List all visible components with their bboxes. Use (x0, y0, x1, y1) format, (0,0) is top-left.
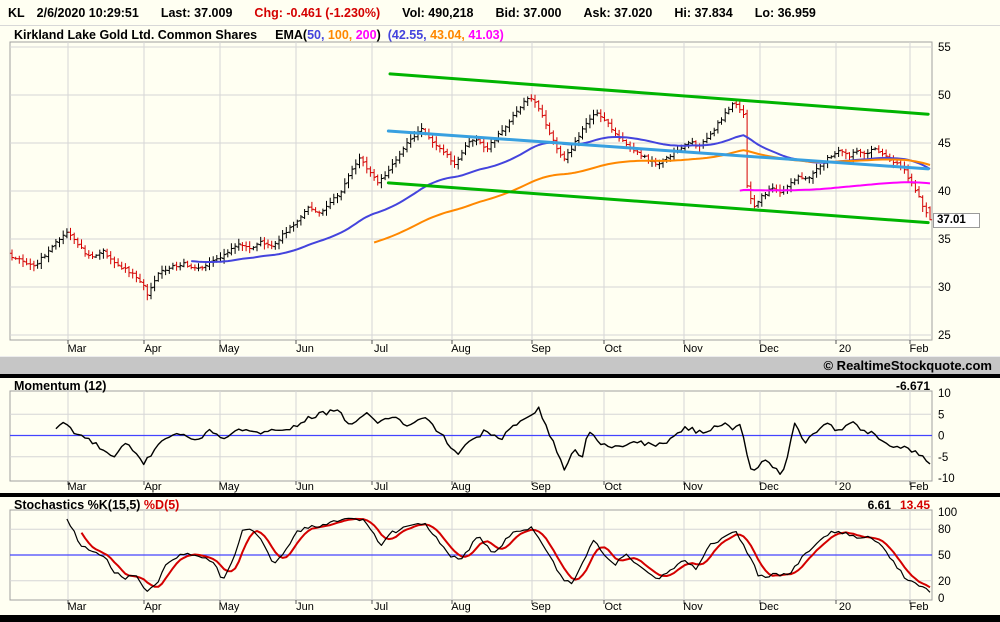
svg-text:Aug: Aug (451, 601, 471, 613)
svg-text:Feb: Feb (910, 343, 929, 355)
svg-text:Mar: Mar (68, 343, 87, 355)
svg-text:0: 0 (938, 593, 944, 605)
svg-text:Sep: Sep (531, 481, 551, 493)
svg-text:Apr: Apr (144, 343, 161, 355)
svg-text:Apr: Apr (144, 481, 161, 493)
svg-text:May: May (219, 601, 240, 613)
last-price-badge: 37.01 (933, 213, 980, 228)
svg-text:May: May (219, 481, 240, 493)
price-chart-title-row: Kirkland Lake Gold Ltd. Common Shares EM… (14, 28, 504, 42)
svg-text:40: 40 (938, 186, 951, 198)
svg-text:Sep: Sep (531, 601, 551, 613)
svg-text:30: 30 (938, 282, 951, 294)
svg-text:Dec: Dec (759, 481, 779, 493)
momentum-title-row: Momentum (12) (14, 379, 106, 393)
stochastics-d-value: 13.45 (899, 498, 930, 512)
momentum-title: Momentum (12) (14, 379, 107, 393)
bottom-bar (0, 615, 1000, 622)
svg-text:20: 20 (938, 576, 951, 588)
quote-volume: Vol: 490,218 (402, 5, 474, 20)
svg-text:20: 20 (839, 481, 851, 493)
svg-text:55: 55 (938, 42, 951, 54)
stochastics-k-value: 6.61 (867, 498, 891, 512)
quote-high: Hi: 37.834 (674, 5, 733, 20)
svg-text:50: 50 (938, 550, 951, 562)
quote-last: Last: 37.009 (160, 5, 233, 20)
svg-text:25: 25 (938, 330, 951, 342)
svg-text:Nov: Nov (683, 481, 703, 493)
svg-text:0: 0 (938, 431, 944, 443)
quote-low: Lo: 36.959 (754, 5, 816, 20)
svg-text:Dec: Dec (759, 601, 779, 613)
svg-text:20: 20 (839, 343, 851, 355)
quote-bid: Bid: 37.000 (495, 5, 562, 20)
svg-text:Jun: Jun (296, 343, 314, 355)
svg-text:-10: -10 (938, 473, 955, 485)
svg-text:May: May (219, 343, 240, 355)
svg-text:Feb: Feb (910, 601, 929, 613)
stochastics-title-row: Stochastics %K(15,5) %D(5) (14, 498, 179, 512)
svg-text:Oct: Oct (604, 481, 621, 493)
svg-text:Apr: Apr (144, 601, 161, 613)
ema-legend: EMA(50, 100, 200) (42.55, 43.04, 41.03) (275, 28, 504, 42)
svg-text:10: 10 (938, 388, 951, 400)
svg-text:50: 50 (938, 90, 951, 102)
svg-text:Nov: Nov (683, 601, 703, 613)
svg-text:Oct: Oct (604, 601, 621, 613)
svg-text:Jul: Jul (374, 343, 388, 355)
quote-symbol: KL (8, 5, 25, 20)
svg-text:5: 5 (938, 409, 944, 421)
svg-text:Dec: Dec (759, 343, 779, 355)
svg-text:Jul: Jul (374, 601, 388, 613)
price-chart: Mar Apr May Jun Jul Aug Sep Oct Nov Dec 20 Feb 55 50 4… (9, 41, 951, 355)
quote-header: KL 2/6/2020 10:29:51 Last: 37.009 Chg: -… (0, 0, 1000, 26)
svg-text:35: 35 (938, 234, 951, 246)
instrument-title: Kirkland Lake Gold Ltd. Common Shares (14, 28, 258, 42)
stochastics-d-title: %D(5) (143, 498, 180, 512)
svg-text:Aug: Aug (451, 343, 471, 355)
watermark-link[interactable]: © RealtimeStockquote.com (823, 358, 992, 373)
stochastics-value-row: 6.61 13.45 (868, 498, 930, 512)
stochastics-chart: Mar Apr May Jun Jul Aug Sep Oct Nov Dec 20 Feb 100 80… (9, 507, 957, 613)
svg-text:Jun: Jun (296, 601, 314, 613)
svg-text:Mar: Mar (68, 481, 87, 493)
svg-text:20: 20 (839, 601, 851, 613)
svg-text:Nov: Nov (683, 343, 703, 355)
svg-text:Aug: Aug (451, 481, 471, 493)
quote-ask: Ask: 37.020 (583, 5, 653, 20)
svg-text:Oct: Oct (604, 343, 621, 355)
stochastics-k-title: Stochastics %K(15,5) (14, 498, 144, 512)
momentum-last-value: -6.671 (895, 379, 930, 393)
svg-text:Jul: Jul (374, 481, 388, 493)
svg-text:Jun: Jun (296, 481, 314, 493)
svg-text:Sep: Sep (531, 343, 551, 355)
svg-text:Feb: Feb (910, 481, 929, 493)
svg-text:45: 45 (938, 138, 951, 150)
svg-text:-5: -5 (938, 452, 948, 464)
momentum-chart: Mar Apr May Jun Jul Aug Sep Oct Nov Dec 20 Feb 10 5 0 -… (9, 388, 955, 493)
quote-change: Chg: -0.461 (-1.230%) (254, 5, 381, 20)
svg-text:80: 80 (938, 524, 951, 536)
svg-text:100: 100 (938, 507, 957, 519)
svg-text:Mar: Mar (68, 601, 87, 613)
watermark-bar: © RealtimeStockquote.com (0, 356, 1000, 375)
momentum-value-row: -6.671 (896, 379, 930, 393)
quote-datetime: 2/6/2020 10:29:51 (36, 5, 139, 20)
